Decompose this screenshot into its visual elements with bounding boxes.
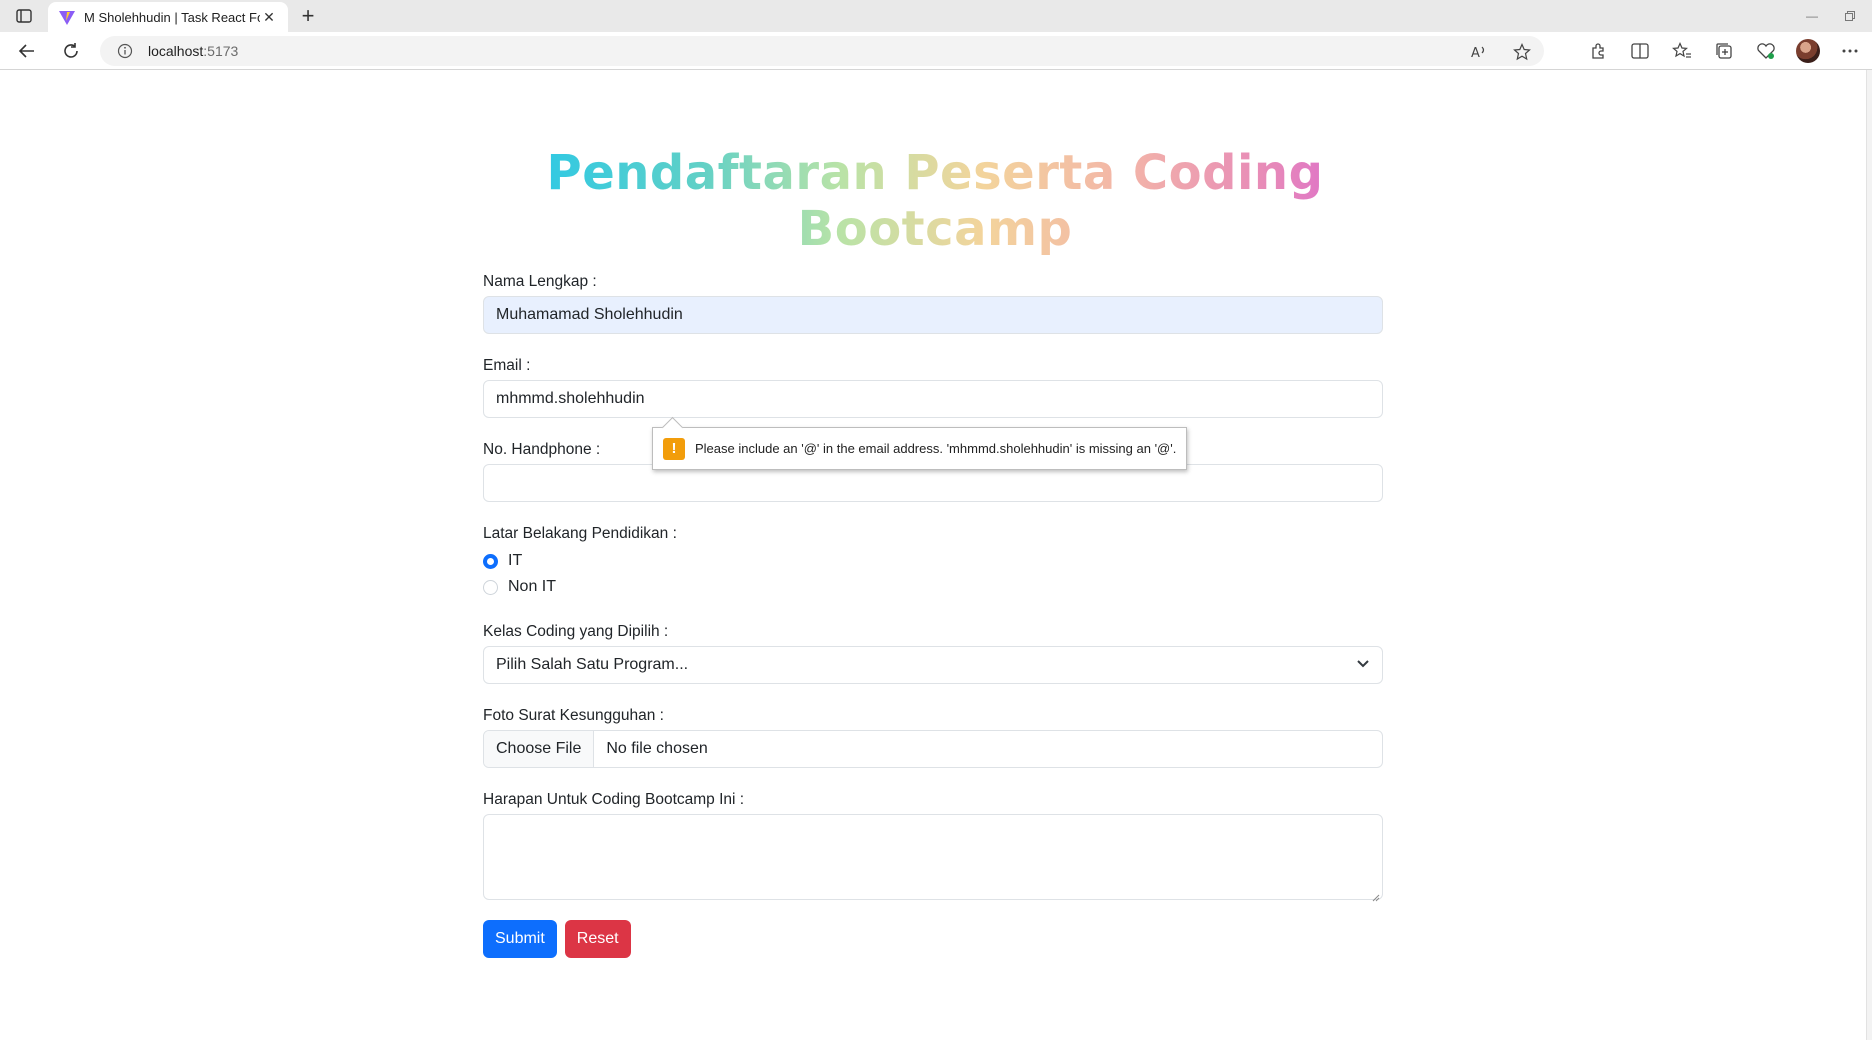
page-title: Pendaftaran Peserta Coding Bootcamp bbox=[460, 145, 1410, 257]
reload-icon[interactable] bbox=[58, 39, 84, 63]
browser-tabstrip: M Sholehhudin | Task React Form ✕ + — bbox=[0, 0, 1872, 32]
tab-title: M Sholehhudin | Task React Form bbox=[84, 9, 260, 25]
education-label: Latar Belakang Pendidikan : bbox=[483, 525, 677, 542]
browser-tab[interactable]: M Sholehhudin | Task React Form ✕ bbox=[48, 2, 288, 32]
more-menu-icon[interactable] bbox=[1838, 40, 1862, 62]
profile-avatar[interactable] bbox=[1796, 39, 1820, 63]
page-scrollbar[interactable] bbox=[1866, 70, 1872, 1040]
chevron-down-icon bbox=[1356, 647, 1370, 683]
submit-button[interactable]: Submit bbox=[483, 920, 557, 958]
collections-icon[interactable] bbox=[1712, 40, 1736, 62]
file-group: Foto Surat Kesungguhan : Choose File No … bbox=[483, 706, 1383, 768]
email-input[interactable]: mhmmd.sholehhudin bbox=[483, 380, 1383, 418]
education-group: Latar Belakang Pendidikan : IT Non IT bbox=[483, 524, 1383, 600]
form-actions: Submit Reset bbox=[483, 920, 1383, 958]
resize-grip-icon[interactable] bbox=[1372, 889, 1380, 902]
browser-toolbar: localhost:5173 A bbox=[0, 32, 1872, 70]
new-tab-icon[interactable]: + bbox=[296, 3, 320, 28]
reset-button[interactable]: Reset bbox=[564, 920, 631, 958]
warning-icon: ! bbox=[663, 437, 685, 460]
name-input[interactable]: Muhamamad Sholehhudin bbox=[483, 296, 1383, 334]
address-bar[interactable]: localhost:5173 A bbox=[100, 36, 1544, 66]
minimize-icon[interactable]: — bbox=[1800, 6, 1824, 26]
name-label: Nama Lengkap : bbox=[483, 273, 597, 290]
vite-favicon-icon bbox=[58, 8, 76, 26]
radio-option-non-it[interactable]: Non IT bbox=[483, 574, 1383, 600]
back-icon[interactable] bbox=[14, 39, 40, 63]
extensions-icon[interactable] bbox=[1586, 40, 1610, 62]
class-select-value: Pilih Salah Satu Program... bbox=[496, 656, 689, 673]
favorite-star-icon[interactable] bbox=[1510, 41, 1534, 63]
radio-it[interactable] bbox=[483, 553, 498, 569]
browser-essentials-icon[interactable] bbox=[1754, 40, 1778, 62]
url-text: localhost:5173 bbox=[148, 43, 239, 59]
tab-actions-icon[interactable] bbox=[12, 6, 36, 26]
registration-form: Nama Lengkap : Muhamamad Sholehhudin Ema… bbox=[483, 272, 1383, 958]
file-label: Foto Surat Kesungguhan : bbox=[483, 707, 664, 724]
choose-file-button[interactable]: Choose File bbox=[484, 731, 595, 767]
file-input[interactable]: Choose File No file chosen bbox=[483, 730, 1383, 768]
email-group: Email : mhmmd.sholehhudin bbox=[483, 356, 1383, 418]
class-group: Kelas Coding yang Dipilih : Pilih Salah … bbox=[483, 622, 1383, 684]
hope-textarea[interactable] bbox=[483, 814, 1383, 902]
hope-group: Harapan Untuk Coding Bootcamp Ini : bbox=[483, 790, 1383, 902]
name-group: Nama Lengkap : Muhamamad Sholehhudin bbox=[483, 272, 1383, 334]
hope-label: Harapan Untuk Coding Bootcamp Ini : bbox=[483, 791, 745, 808]
class-select[interactable]: Pilih Salah Satu Program... bbox=[483, 646, 1383, 684]
file-status: No file chosen bbox=[606, 740, 708, 757]
read-aloud-icon[interactable]: A bbox=[1468, 41, 1492, 63]
radio-non-it[interactable] bbox=[483, 579, 498, 595]
tab-close-icon[interactable]: ✕ bbox=[260, 8, 278, 26]
svg-text:A: A bbox=[1471, 46, 1480, 60]
name-input-value: Muhamamad Sholehhudin bbox=[496, 306, 683, 323]
radio-option-it[interactable]: IT bbox=[483, 548, 1383, 574]
restore-icon[interactable] bbox=[1838, 6, 1862, 26]
site-info-icon[interactable] bbox=[116, 42, 134, 60]
email-label: Email : bbox=[483, 357, 531, 374]
radio-it-label: IT bbox=[508, 552, 523, 569]
split-screen-icon[interactable] bbox=[1628, 40, 1652, 62]
radio-non-it-label: Non IT bbox=[508, 578, 557, 595]
class-label: Kelas Coding yang Dipilih : bbox=[483, 623, 669, 640]
favorites-icon[interactable] bbox=[1670, 40, 1694, 62]
email-validation-tooltip: ! Please include an '@' in the email add… bbox=[652, 427, 1188, 470]
email-input-value: mhmmd.sholehhudin bbox=[496, 390, 645, 407]
validation-message: Please include an '@' in the email addre… bbox=[695, 441, 1177, 456]
